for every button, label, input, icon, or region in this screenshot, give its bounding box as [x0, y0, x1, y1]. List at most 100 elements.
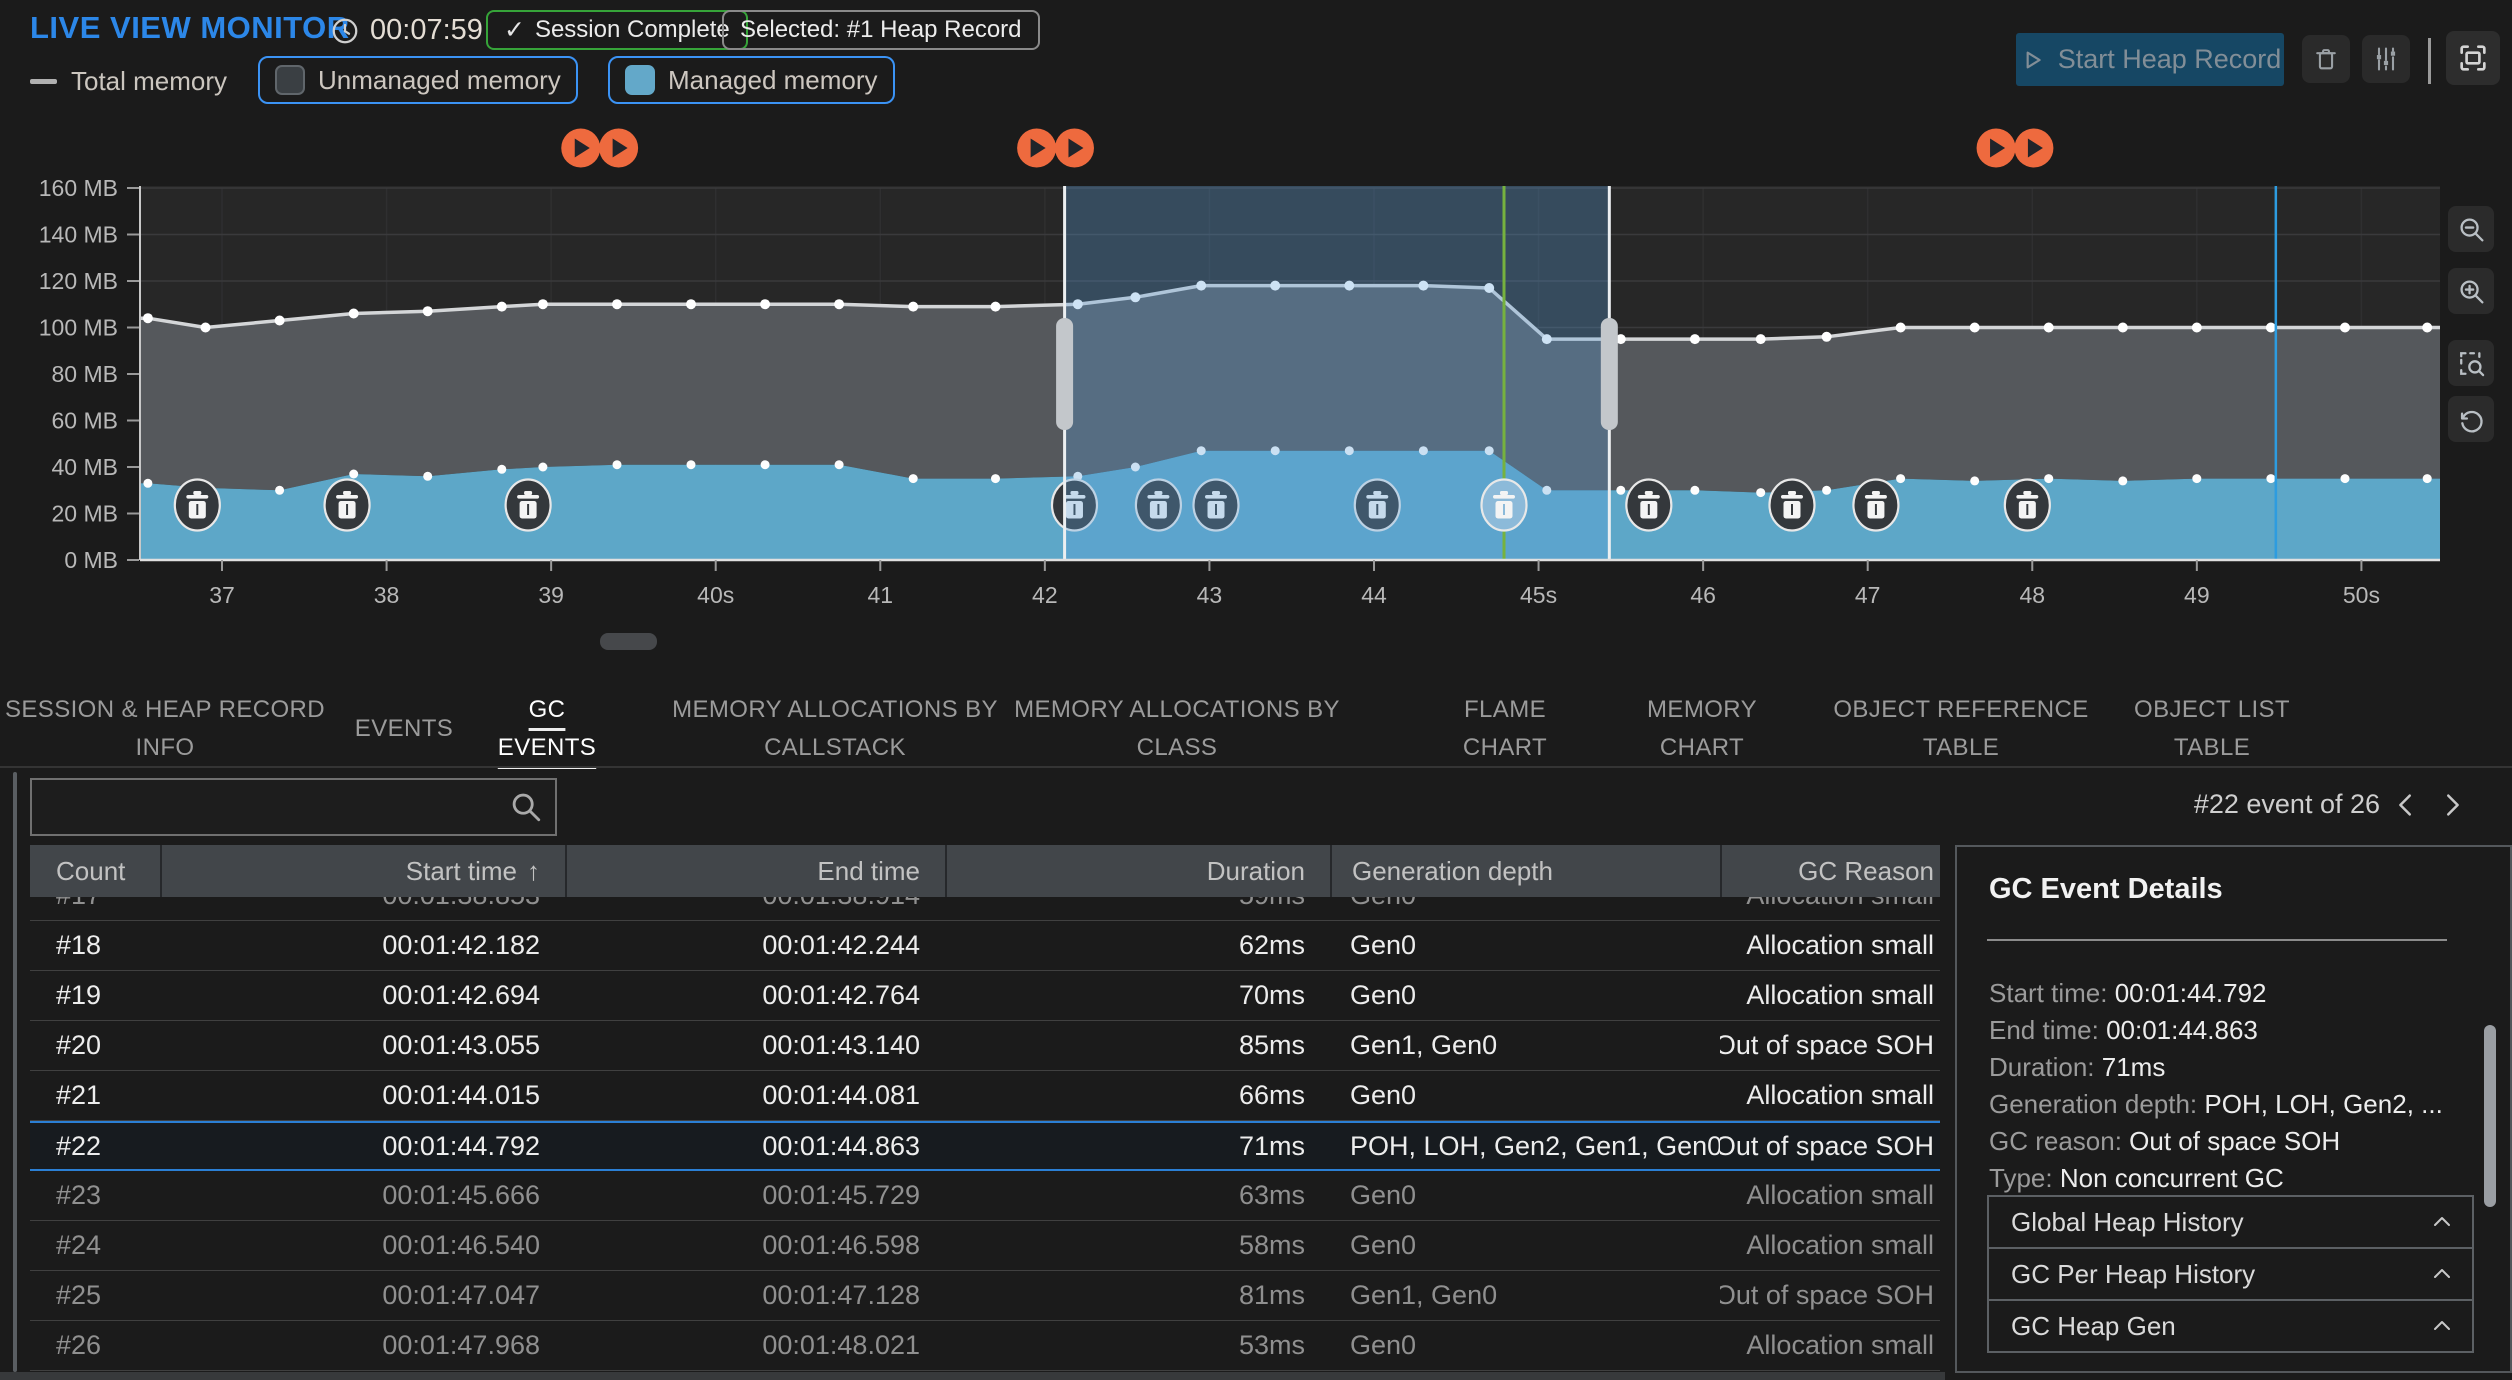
cell-start: 00:01:44.015	[160, 1071, 565, 1120]
settings-sliders-button[interactable]	[2362, 35, 2410, 83]
gc-event-row-23[interactable]: #2300:01:45.66600:01:45.72963msGen0Alloc…	[30, 1171, 1940, 1221]
gc-event-marker[interactable]	[175, 480, 220, 531]
svg-text:120 MB: 120 MB	[39, 268, 118, 294]
gc-events-table-header[interactable]: Count Start time ↑ End timeDurationGenerati…	[30, 845, 1940, 897]
unmanaged-checkbox[interactable]	[275, 65, 305, 95]
svg-text:41: 41	[867, 582, 893, 608]
cell-count: #26	[30, 1321, 160, 1370]
gc-event-marker[interactable]	[1769, 480, 1814, 531]
column-header-count[interactable]: Count	[30, 845, 160, 897]
gc-event-marker[interactable]	[506, 480, 551, 531]
cell-end: 00:01:42.764	[565, 971, 945, 1020]
gc-events-search[interactable]	[30, 778, 557, 836]
tab-object-reference-table[interactable]: OBJECT REFERENCE TABLE	[1816, 690, 2106, 768]
gc-event-row-18[interactable]: #1800:01:42.18200:01:42.24462msGen0Alloc…	[30, 921, 1940, 971]
tab-memory-chart[interactable]: MEMORY CHART	[1632, 690, 1772, 768]
page-title: LIVE VIEW MONITOR	[30, 10, 350, 46]
cell-start: 00:01:47.047	[160, 1271, 565, 1320]
column-header-end[interactable]: End time	[565, 845, 945, 897]
svg-text:0 MB: 0 MB	[64, 547, 118, 573]
gc-events-table[interactable]: #1700:01:38.85300:01:38.91459msGen0Alloc…	[30, 897, 1940, 1372]
column-header-gen[interactable]: Generation depth	[1330, 845, 1720, 897]
tab-object-list-table[interactable]: OBJECT LIST TABLE	[2117, 690, 2307, 768]
detail-value: Out of space SOH	[2129, 1126, 2340, 1156]
memory-timeline-chart[interactable]: 160 MB140 MB120 MB100 MB80 MB60 MB40 MB2…	[0, 120, 2512, 670]
selection-handle-left[interactable]	[1056, 318, 1073, 430]
column-header-reason[interactable]: GC Reason	[1720, 845, 1940, 897]
sliders-icon	[2372, 45, 2400, 73]
heap-record-marker[interactable]	[1977, 129, 2016, 168]
selection-handle-right[interactable]	[1601, 318, 1618, 430]
cell-start: 00:01:47.968	[160, 1321, 565, 1370]
section-title: GC Heap Gen	[2011, 1311, 2176, 1342]
clock-icon	[330, 16, 360, 46]
gc-event-row-21[interactable]: #2100:01:44.01500:01:44.08166msGen0Alloc…	[30, 1071, 1940, 1121]
gc-event-marker[interactable]	[1626, 480, 1671, 531]
gc-event-row-26[interactable]: #2600:01:47.96800:01:48.02153msGen0Alloc…	[30, 1321, 1940, 1371]
gc-event-marker[interactable]	[325, 480, 370, 531]
gc-event-row-20[interactable]: #2000:01:43.05500:01:43.14085msGen1, Gen…	[30, 1021, 1940, 1071]
detail-value: POH, LOH, Gen2, ...	[2204, 1089, 2442, 1119]
expand-icon	[2457, 42, 2489, 74]
reset-view-button[interactable]	[2448, 396, 2494, 442]
tab-session-heap-record-info[interactable]: SESSION & HEAP RECORD INFO	[0, 690, 330, 768]
zoom-in-button[interactable]	[2448, 268, 2494, 314]
gc-event-row-19[interactable]: #1900:01:42.69400:01:42.76470msGen0Alloc…	[30, 971, 1940, 1021]
gc-event-row-25[interactable]: #2500:01:47.04700:01:47.12881msGen1, Gen…	[30, 1271, 1940, 1321]
heap-record-marker[interactable]	[1055, 129, 1094, 168]
total-memory-line-swatch	[30, 79, 57, 84]
marquee-zoom-button[interactable]	[2448, 340, 2494, 386]
zoom-out-button[interactable]	[2448, 206, 2494, 252]
search-input[interactable]	[32, 780, 509, 834]
gc-event-row-22[interactable]: #2200:01:44.79200:01:44.86371msPOH, LOH,…	[30, 1121, 1940, 1171]
column-label: GC Reason	[1798, 856, 1934, 887]
sort-ascending-icon: ↑	[527, 856, 540, 887]
section-gc-per-heap-history[interactable]: GC Per Heap History	[1987, 1247, 2474, 1301]
cell-duration: 66ms	[945, 1071, 1330, 1120]
event-nav-label: #22 event of 26	[2194, 789, 2380, 820]
tab-gc-events[interactable]: GC EVENTS	[497, 690, 597, 768]
tab-memory-allocations-by-class[interactable]: MEMORY ALLOCATIONS BY CLASS	[987, 690, 1367, 768]
gc-event-row-24[interactable]: #2400:01:46.54000:01:46.59858msGen0Alloc…	[30, 1221, 1940, 1271]
cell-gen: Gen0	[1330, 1071, 1720, 1120]
start-heap-record-label: Start Heap Record	[2058, 44, 2282, 75]
selection-region[interactable]	[1065, 186, 1610, 560]
delete-session-button[interactable]	[2302, 35, 2350, 83]
gc-event-marker[interactable]	[2005, 480, 2050, 531]
gc-event-marker[interactable]	[1853, 480, 1898, 531]
tab-flame-chart[interactable]: FLAME CHART	[1440, 690, 1570, 768]
gc-event-marker[interactable]	[1482, 480, 1527, 531]
section-gc-heap-gen[interactable]: GC Heap Gen	[1987, 1299, 2474, 1353]
tab-memory-allocations-by-callstack[interactable]: MEMORY ALLOCATIONS BY CALLSTACK	[645, 690, 1025, 768]
column-header-start[interactable]: Start time ↑	[160, 845, 565, 897]
table-horizontal-scrollbar[interactable]	[0, 1372, 1945, 1380]
table-vertical-scrollbar[interactable]	[13, 772, 17, 1372]
column-label: Start time	[406, 856, 517, 887]
section-global-heap-history[interactable]: Global Heap History	[1987, 1195, 2474, 1249]
cell-reason: Out of space SOH	[1720, 1271, 1940, 1320]
next-event-button[interactable]	[2436, 789, 2468, 821]
cell-end: 00:01:48.021	[565, 1321, 945, 1370]
previous-event-button[interactable]	[2390, 789, 2422, 821]
tab-events[interactable]: EVENTS	[334, 690, 474, 768]
cell-gen: Gen0	[1330, 897, 1720, 920]
start-heap-record-button[interactable]: Start Heap Record	[2016, 33, 2284, 86]
heap-record-marker[interactable]	[2014, 129, 2053, 168]
fullscreen-button[interactable]	[2446, 31, 2500, 85]
cell-start: 00:01:42.694	[160, 971, 565, 1020]
heap-record-marker[interactable]	[561, 129, 600, 168]
legend-toggle-unmanaged[interactable]: Unmanaged memory	[258, 56, 578, 104]
managed-checkbox[interactable]	[625, 65, 655, 95]
heap-record-marker[interactable]	[1017, 129, 1056, 168]
legend-toggle-managed[interactable]: Managed memory	[608, 56, 895, 104]
session-status-label: Session Complete	[535, 16, 730, 44]
cell-reason: Allocation small	[1720, 921, 1940, 970]
cell-start: 00:01:44.792	[160, 1123, 565, 1169]
section-title: Global Heap History	[2011, 1207, 2244, 1238]
column-header-duration[interactable]: Duration	[945, 845, 1330, 897]
chart-scrollbar-thumb[interactable]	[600, 633, 657, 650]
memory-chart-svg[interactable]: 160 MB140 MB120 MB100 MB80 MB60 MB40 MB2…	[0, 120, 2512, 670]
heap-record-marker[interactable]	[599, 129, 638, 168]
gc-event-row-17[interactable]: #1700:01:38.85300:01:38.91459msGen0Alloc…	[30, 897, 1940, 921]
details-scrollbar[interactable]	[2484, 1025, 2496, 1207]
